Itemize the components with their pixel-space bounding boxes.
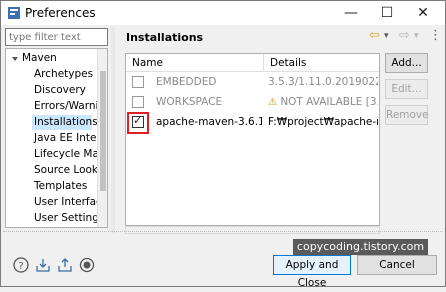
installations-table[interactable]: Name Details EMBEDDED 3.5.3/1.11.0.20190… bbox=[125, 53, 380, 226]
add-button[interactable]: Add... bbox=[385, 53, 428, 73]
tree-item-archetypes[interactable]: Archetypes bbox=[34, 67, 93, 82]
row-name: EMBEDDED bbox=[156, 76, 217, 88]
row-details: F:₩project₩apache-mave bbox=[268, 116, 378, 128]
apply-and-close-button[interactable]: Apply and Close bbox=[273, 255, 351, 289]
svg-text:?: ? bbox=[18, 261, 23, 272]
cancel-button[interactable]: Cancel bbox=[357, 255, 437, 275]
tree-item-installations[interactable]: Installations bbox=[32, 115, 98, 130]
export-icon[interactable] bbox=[57, 257, 73, 273]
row-details: NOT AVAILABLE [3.0,) bbox=[280, 96, 378, 108]
highlight-annotation bbox=[127, 112, 149, 134]
record-icon[interactable] bbox=[79, 257, 95, 273]
tree-item-label: Maven bbox=[22, 52, 57, 64]
close-button[interactable]: ✕ bbox=[407, 1, 439, 25]
title-bar: Preferences — ☐ ✕ bbox=[1, 1, 445, 25]
tree-item-label: Discovery bbox=[34, 84, 86, 96]
filter-input[interactable] bbox=[5, 28, 108, 46]
column-header-details[interactable]: Details bbox=[264, 54, 379, 72]
back-arrow-icon[interactable]: ⇦ bbox=[369, 29, 380, 43]
minimize-icon: — bbox=[344, 5, 358, 21]
tree-item-label: Installations bbox=[34, 116, 98, 128]
row-name: apache-maven-3.6.1 bbox=[156, 116, 262, 128]
preferences-app-icon bbox=[8, 7, 20, 19]
tree-item-templates[interactable]: Templates bbox=[34, 179, 87, 194]
tree-item-errors-warnings[interactable]: Errors/Warnin bbox=[34, 99, 105, 114]
tree-item-label: Archetypes bbox=[34, 68, 94, 80]
row-details: 3.5.3/1.11.0.20190220-2 bbox=[268, 76, 378, 88]
tree-item-discovery[interactable]: Discovery bbox=[34, 83, 86, 98]
table-row[interactable]: ✓ apache-maven-3.6.1 F:₩project₩apache-m… bbox=[126, 112, 379, 134]
cancel-label: Cancel bbox=[379, 259, 415, 271]
remove-button-label: Remove bbox=[386, 109, 429, 121]
import-icon[interactable] bbox=[35, 257, 51, 273]
page-title: Installations bbox=[126, 31, 204, 44]
watermark: copycoding.tistory.com bbox=[293, 239, 428, 255]
tree-item-label: User Settings bbox=[34, 212, 105, 224]
remove-button[interactable]: Remove bbox=[385, 105, 429, 125]
help-icon[interactable]: ? bbox=[13, 257, 29, 273]
warning-icon: ⚠ bbox=[268, 97, 277, 108]
panel-sash[interactable] bbox=[111, 27, 115, 233]
table-row[interactable]: EMBEDDED 3.5.3/1.11.0.20190220-2 bbox=[126, 72, 379, 92]
preference-tree[interactable]: Maven Archetypes Discovery Errors/Warnin… bbox=[5, 48, 108, 228]
tree-item-maven[interactable]: Maven bbox=[22, 51, 57, 66]
row-details-cell: ⚠ NOT AVAILABLE [3.0,) bbox=[268, 92, 378, 112]
tree-item-label: Templates bbox=[34, 180, 88, 192]
forward-menu-icon[interactable]: ▾ bbox=[414, 29, 419, 43]
apply-and-close-label: Apply and Close bbox=[285, 259, 339, 289]
maximize-button[interactable]: ☐ bbox=[371, 1, 403, 25]
back-menu-icon[interactable]: ▾ bbox=[384, 29, 389, 43]
view-menu-icon[interactable]: ⋮ bbox=[429, 29, 442, 43]
tree-scrollbar[interactable] bbox=[97, 49, 107, 227]
tree-item-user-settings[interactable]: User Settings bbox=[34, 211, 104, 226]
add-button-label: Add... bbox=[391, 57, 422, 69]
column-header-name[interactable]: Name bbox=[126, 54, 264, 72]
tree-item-source-lookup[interactable]: Source Looku bbox=[34, 163, 104, 178]
tree-item-label: Errors/Warnin bbox=[34, 100, 106, 112]
close-icon: ✕ bbox=[417, 5, 429, 21]
forward-arrow-icon[interactable]: ⇨ bbox=[399, 29, 410, 43]
table-row[interactable]: WORKSPACE ⚠ NOT AVAILABLE [3.0,) bbox=[126, 92, 379, 112]
edit-button[interactable]: Edit... bbox=[385, 79, 428, 99]
row-name: WORKSPACE bbox=[156, 96, 223, 108]
row-checkbox[interactable] bbox=[132, 76, 144, 88]
collapse-caret-icon[interactable] bbox=[11, 55, 19, 63]
window-title: Preferences bbox=[25, 6, 96, 20]
edit-button-label: Edit... bbox=[391, 83, 422, 95]
tree-item-label: Source Looku bbox=[34, 164, 105, 176]
minimize-button[interactable]: — bbox=[335, 1, 367, 25]
row-checkbox[interactable] bbox=[132, 96, 144, 108]
maximize-icon: ☐ bbox=[380, 5, 394, 21]
tree-scrollbar-thumb[interactable] bbox=[100, 71, 106, 191]
bottom-separator bbox=[3, 231, 443, 235]
preferences-window: Preferences — ☐ ✕ Maven Archetypes Disco… bbox=[0, 0, 446, 289]
